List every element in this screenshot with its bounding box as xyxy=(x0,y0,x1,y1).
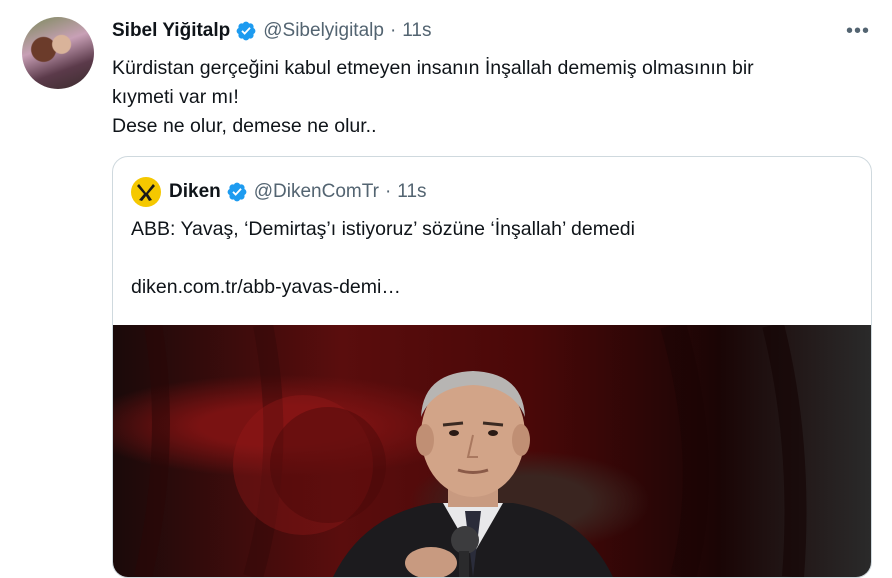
avatar[interactable] xyxy=(22,17,94,89)
tweet-header: Sibel Yiğitalp @Sibelyigitalp · 11s xyxy=(112,18,432,44)
more-dots-icon[interactable]: ••• xyxy=(846,20,870,43)
quote-header: Diken @DikenComTr · 11s xyxy=(131,177,427,207)
tweet-text-line: Kürdistan gerçeğini kabul etmeyen insanı… xyxy=(112,57,754,79)
tweet-text-line: Dese ne olur, demese ne olur.. xyxy=(112,115,377,137)
tweet-text: Kürdistan gerçeğini kabul etmeyen insanı… xyxy=(112,54,872,141)
tweet-text-line: kıymeti var mı! xyxy=(112,86,239,108)
quote-author-name[interactable]: Diken xyxy=(169,181,221,203)
quote-timestamp[interactable]: 11s xyxy=(397,181,426,203)
quote-text: ABB: Yavaş, ‘Demirtaş’ı istiyoruz’ sözün… xyxy=(131,218,635,240)
author-name[interactable]: Sibel Yiğitalp xyxy=(112,20,230,42)
timestamp[interactable]: 11s xyxy=(402,20,431,42)
quote-link[interactable]: diken.com.tr/abb-yavas-demi… xyxy=(131,273,401,302)
verified-badge-icon xyxy=(236,21,256,41)
verified-badge-icon xyxy=(227,182,247,202)
quote-author-handle[interactable]: @DikenComTr xyxy=(254,181,379,203)
quoted-tweet[interactable]: Diken @DikenComTr · 11s ABB: Yavaş, ‘Dem… xyxy=(112,156,872,578)
quote-image[interactable] xyxy=(113,321,871,577)
diken-logo-icon xyxy=(131,177,161,207)
separator-dot: · xyxy=(389,20,397,41)
author-handle[interactable]: @Sibelyigitalp xyxy=(263,20,384,42)
speaker-photo xyxy=(134,321,807,577)
separator-dot: · xyxy=(384,181,392,202)
